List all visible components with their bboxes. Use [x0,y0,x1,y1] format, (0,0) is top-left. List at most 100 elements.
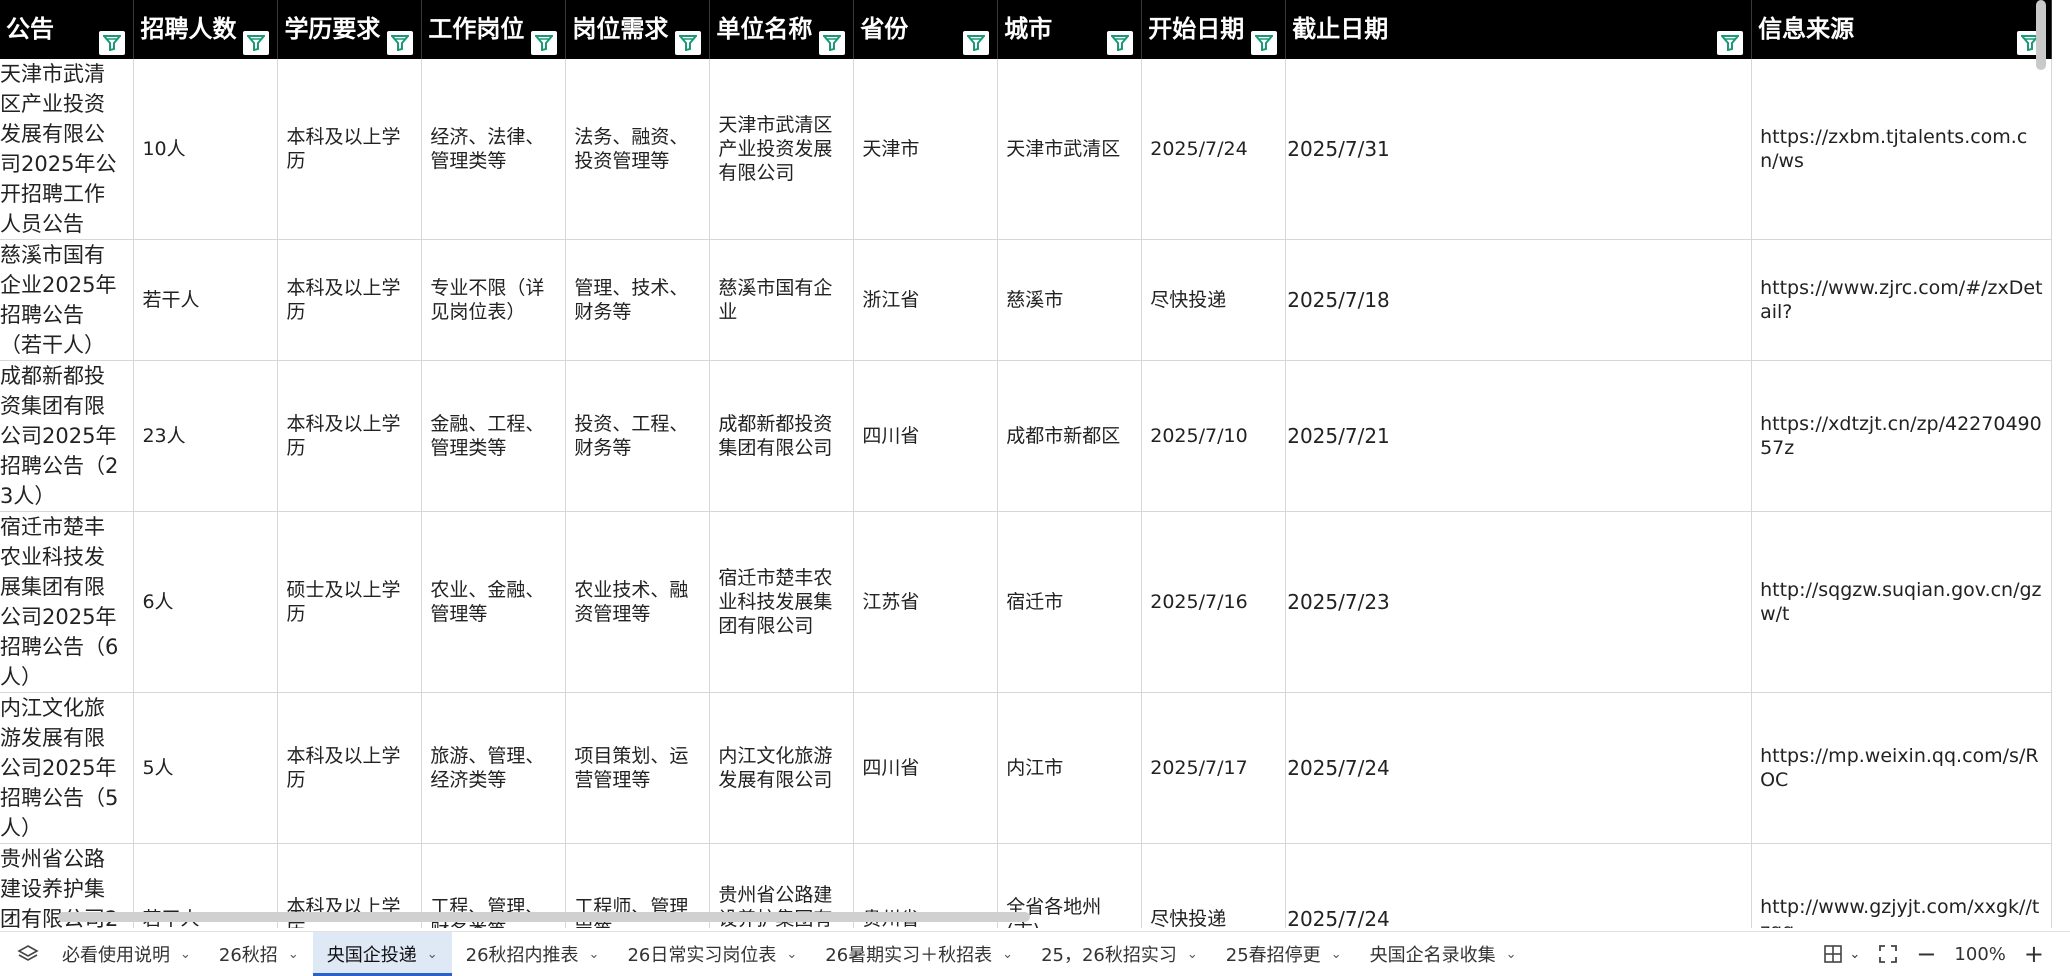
cell-end[interactable]: 2025/7/18 [1285,239,1753,361]
cell-city[interactable]: 宿迁市 [997,511,1143,693]
cell-job[interactable]: 金融、工程、管理类等 [421,360,567,512]
chevron-down-icon[interactable]: ⌄ [1506,947,1517,962]
column-header[interactable]: 省份 [853,0,999,59]
cell-prov[interactable]: 江苏省 [853,511,999,693]
cell-count[interactable]: 23人 [133,360,279,512]
source-link[interactable]: https://mp.weixin.qq.com/s/ROC [1760,745,2038,791]
view-mode-button[interactable]: ⌄ [1823,944,1860,964]
cell-start[interactable]: 2025/7/24 [1141,59,1287,240]
filter-icon[interactable] [1251,31,1278,55]
source-link[interactable]: http://www.gzjyjt.com/xxgk//tzgg [1760,896,2039,928]
cell-need[interactable]: 投资、工程、财务等 [565,360,711,512]
cell-edu[interactable]: 本科及以上学历 [277,360,423,512]
cell-job[interactable]: 旅游、管理、经济类等 [421,692,567,844]
cell-end[interactable]: 2025/7/23 [1285,511,1753,693]
chevron-down-icon[interactable]: ⌄ [288,947,299,962]
column-header[interactable]: 开始日期 [1141,0,1287,59]
cell-count[interactable]: 6人 [133,511,279,693]
layers-icon[interactable] [8,943,48,965]
column-header[interactable]: 学历要求 [277,0,423,59]
cell-unit[interactable]: 成都新都投资集团有限公司 [709,360,855,512]
cell-city[interactable]: 天津市武清区 [997,59,1143,240]
filter-icon[interactable] [1107,31,1134,55]
cell-need[interactable]: 管理、技术、财务等 [565,239,711,361]
cell-notice[interactable]: 慈溪市国有企业2025年招聘公告（若干人） [0,239,135,361]
sheet-tab[interactable]: 25春招停更 ⌄ [1212,932,1356,976]
cell-count[interactable]: 若干人 [133,239,279,361]
column-header[interactable]: 城市 [997,0,1143,59]
chevron-down-icon[interactable]: ⌄ [180,947,191,962]
sheet-tab[interactable]: 26日常实习岗位表 ⌄ [613,932,811,976]
filter-icon[interactable] [963,31,990,55]
chevron-down-icon[interactable]: ⌄ [427,947,438,962]
cell-unit[interactable]: 宿迁市楚丰农业科技发展集团有限公司 [709,511,855,693]
filter-icon[interactable] [99,31,126,55]
source-link[interactable]: https://zxbm.tjtalents.com.cn/ws [1760,126,2027,172]
filter-icon[interactable] [387,31,414,55]
chevron-down-icon[interactable]: ⌄ [1187,947,1198,962]
cell-unit[interactable]: 内江文化旅游发展有限公司 [709,692,855,844]
cell-city[interactable]: 内江市 [997,692,1143,844]
filter-icon[interactable] [675,31,702,55]
cell-unit[interactable]: 慈溪市国有企业 [709,239,855,361]
cell-count[interactable]: 10人 [133,59,279,240]
source-link[interactable]: https://www.zjrc.com/#/zxDetail? [1760,277,2042,323]
filter-icon[interactable] [819,31,846,55]
cell-unit[interactable]: 天津市武清区产业投资发展有限公司 [709,59,855,240]
cell-end[interactable]: 2025/7/31 [1285,59,1753,240]
chevron-down-icon[interactable]: ⌄ [589,947,600,962]
column-header[interactable]: 岗位需求 [565,0,711,59]
cell-src[interactable]: http://www.gzjyjt.com/xxgk//tzgg [1751,843,2052,928]
chevron-down-icon[interactable]: ⌄ [1002,947,1013,962]
cell-prov[interactable]: 天津市 [853,59,999,240]
sheet-tab[interactable]: 央国企名录收集 ⌄ [1356,932,1531,976]
chevron-down-icon[interactable]: ⌄ [1331,947,1342,962]
cell-end[interactable]: 2025/7/24 [1285,843,1753,928]
filter-icon[interactable] [243,31,270,55]
sheet-tab[interactable]: 26秋招内推表 ⌄ [452,932,614,976]
cell-notice[interactable]: 内江文化旅游发展有限公司2025年招聘公告（5人） [0,692,135,844]
cell-notice[interactable]: 天津市武清区产业投资发展有限公司2025年公开招聘工作人员公告 [0,59,135,240]
vertical-scrollbar[interactable] [2036,0,2046,70]
cell-job[interactable]: 专业不限（详见岗位表） [421,239,567,361]
column-header[interactable]: 信息来源 [1751,0,2052,59]
horizontal-scrollbar[interactable] [58,912,1030,922]
source-link[interactable]: https://xdtzjt.cn/zp/4227049057z [1760,413,2042,459]
column-header[interactable]: 公告 [0,0,135,59]
filter-icon[interactable] [1717,31,1744,55]
cell-prov[interactable]: 四川省 [853,692,999,844]
cell-start[interactable]: 2025/7/10 [1141,360,1287,512]
filter-icon[interactable] [531,31,558,55]
sheet-tab[interactable]: 必看使用说明 ⌄ [48,932,205,976]
cell-city[interactable]: 慈溪市 [997,239,1143,361]
cell-prov[interactable]: 四川省 [853,360,999,512]
cell-notice[interactable]: 宿迁市楚丰农业科技发展集团有限公司2025年招聘公告（6人） [0,511,135,693]
sheet-tab[interactable]: 26秋招 ⌄ [205,932,313,976]
cell-start[interactable]: 尽快投递 [1141,239,1287,361]
cell-need[interactable]: 项目策划、运营管理等 [565,692,711,844]
fullscreen-button[interactable] [1878,944,1898,964]
cell-need[interactable]: 农业技术、融资管理等 [565,511,711,693]
cell-city[interactable]: 成都市新都区 [997,360,1143,512]
zoom-out-button[interactable]: − [1916,940,1936,968]
sheet-tab[interactable]: 25，26秋招实习 ⌄ [1027,932,1212,976]
cell-src[interactable]: https://xdtzjt.cn/zp/4227049057z [1751,360,2052,512]
cell-start[interactable]: 2025/7/17 [1141,692,1287,844]
cell-edu[interactable]: 本科及以上学历 [277,692,423,844]
cell-job[interactable]: 经济、法律、管理类等 [421,59,567,240]
cell-job[interactable]: 农业、金融、管理等 [421,511,567,693]
cell-end[interactable]: 2025/7/24 [1285,692,1753,844]
cell-src[interactable]: https://www.zjrc.com/#/zxDetail? [1751,239,2052,361]
cell-prov[interactable]: 浙江省 [853,239,999,361]
cell-src[interactable]: https://zxbm.tjtalents.com.cn/ws [1751,59,2052,240]
cell-end[interactable]: 2025/7/21 [1285,360,1753,512]
source-link[interactable]: http://sqgzw.suqian.gov.cn/gzw/t [1760,579,2041,625]
spreadsheet-grid[interactable]: 公告 招聘人数 学历要求 工作岗位 岗位需求 单位名称 省份 城市 开始日期 截止日期 信息来源 天… [0,0,2052,928]
cell-edu[interactable]: 本科及以上学历 [277,59,423,240]
cell-need[interactable]: 法务、融资、投资管理等 [565,59,711,240]
cell-start[interactable]: 尽快投递 [1141,843,1287,928]
cell-edu[interactable]: 硕士及以上学历 [277,511,423,693]
cell-notice[interactable]: 成都新都投资集团有限公司2025年招聘公告（23人） [0,360,135,512]
cell-edu[interactable]: 本科及以上学历 [277,239,423,361]
column-header[interactable]: 截止日期 [1285,0,1753,59]
